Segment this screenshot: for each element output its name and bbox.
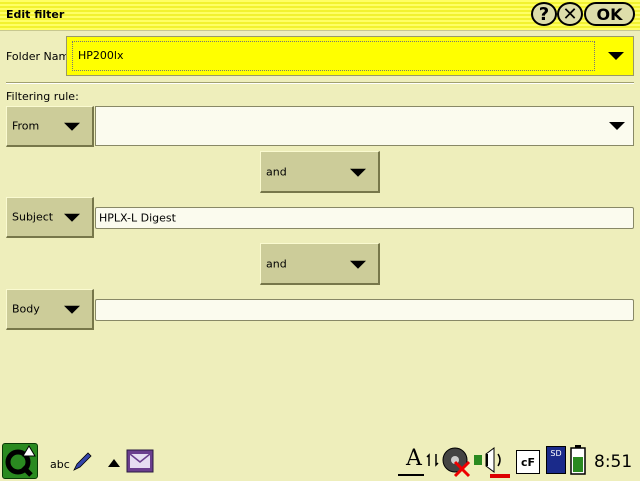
- ok-button[interactable]: OK: [584, 2, 635, 26]
- chevron-down-icon: [609, 122, 625, 130]
- chevron-down-icon: [608, 52, 624, 60]
- subject-value: HPLX-L Digest: [99, 211, 176, 225]
- connector-label: and: [266, 257, 287, 270]
- rule-field-label: From: [12, 119, 40, 133]
- separator: [6, 82, 634, 84]
- q-launcher-button[interactable]: [2, 443, 38, 479]
- network-icon[interactable]: [426, 452, 440, 468]
- body-value-input[interactable]: [95, 299, 634, 321]
- arrow-up-icon[interactable]: [107, 458, 121, 468]
- folder-name-combo[interactable]: HP200lx: [66, 36, 634, 76]
- q-launcher-icon: [5, 445, 36, 477]
- cd-disc-icon[interactable]: [441, 446, 473, 478]
- chevron-down-icon: [64, 122, 80, 131]
- connector-dropdown-2[interactable]: and: [260, 243, 380, 285]
- pencil-icon: [73, 452, 92, 471]
- title-bar: Edit filter ? ✕ OK: [0, 0, 640, 31]
- rule-field-label: Body: [12, 302, 40, 316]
- chevron-down-icon: [350, 260, 366, 269]
- input-method-label: abc: [50, 458, 70, 471]
- chevron-down-icon: [64, 213, 80, 222]
- connector-label: and: [266, 165, 287, 178]
- sd-card-icon[interactable]: SD: [546, 446, 566, 474]
- cf-card-label: cF: [520, 455, 536, 469]
- rule-field-dropdown-subject[interactable]: Subject: [6, 197, 94, 238]
- taskbar: abc A cF SD 8:51: [0, 440, 640, 480]
- chevron-down-icon: [350, 168, 366, 177]
- underline: [398, 474, 424, 476]
- rule-field-dropdown-from[interactable]: From: [6, 106, 94, 147]
- close-button[interactable]: ✕: [557, 2, 583, 26]
- connector-dropdown-1[interactable]: and: [260, 151, 380, 193]
- window-title: Edit filter: [6, 8, 65, 21]
- font-indicator[interactable]: A: [396, 444, 426, 476]
- mail-icon[interactable]: [126, 447, 154, 475]
- subject-value-input[interactable]: HPLX-L Digest: [95, 207, 634, 229]
- folder-dropdown-arrow[interactable]: [599, 37, 633, 75]
- speaker-icon[interactable]: [472, 446, 514, 478]
- from-dropdown-arrow[interactable]: [601, 107, 633, 145]
- filtering-rule-label: Filtering rule:: [6, 90, 79, 103]
- folder-name-value: HP200lx: [78, 49, 124, 62]
- chevron-down-icon: [64, 305, 80, 314]
- help-button[interactable]: ?: [531, 2, 557, 26]
- cf-card-icon[interactable]: cF: [516, 450, 540, 474]
- battery-icon[interactable]: [570, 445, 586, 475]
- rule-field-label: Subject: [12, 210, 54, 224]
- clock[interactable]: 8:51: [594, 452, 632, 472]
- rule-field-dropdown-body[interactable]: Body: [6, 289, 94, 330]
- from-value-combo[interactable]: [95, 106, 634, 146]
- help-icon: ?: [538, 3, 550, 25]
- input-method-button[interactable]: abc: [50, 452, 92, 474]
- close-icon: ✕: [562, 3, 578, 25]
- font-icon: A: [406, 446, 422, 471]
- focus-outline: [72, 41, 595, 71]
- sd-card-label: SD: [550, 449, 562, 458]
